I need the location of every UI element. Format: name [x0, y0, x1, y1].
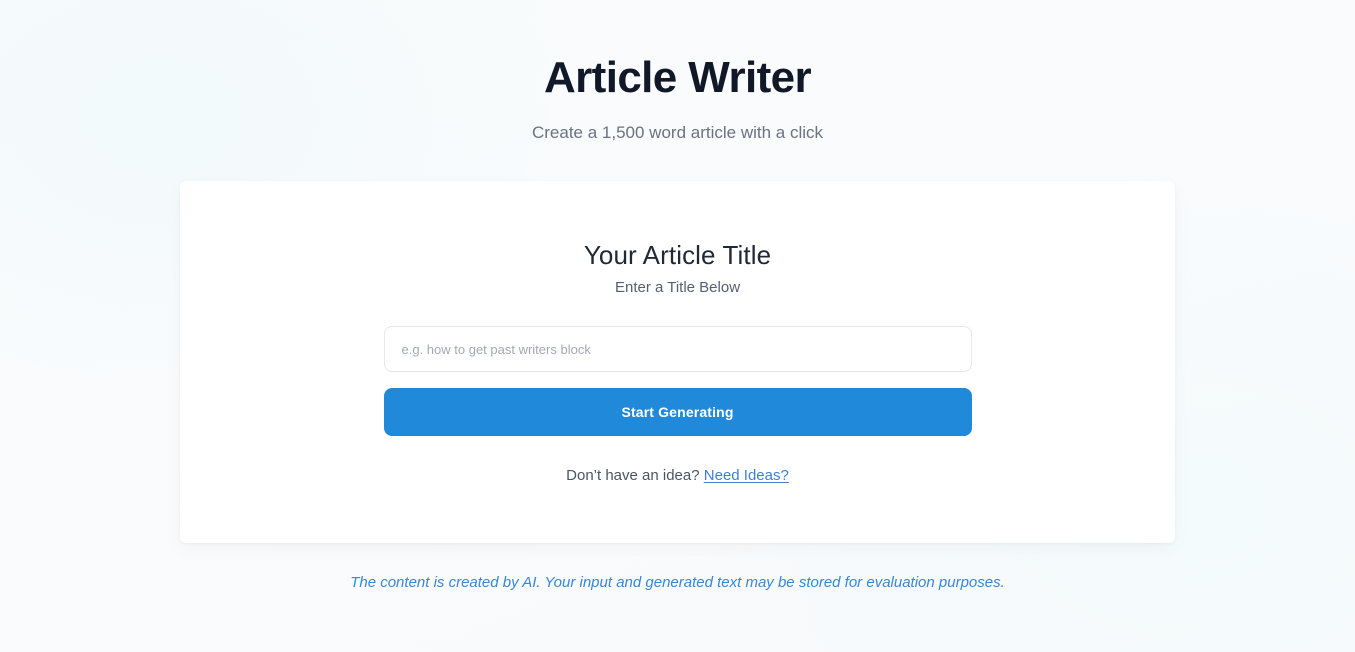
- idea-prompt-row: Don’t have an idea? Need Ideas?: [566, 466, 789, 486]
- page-subtitle: Create a 1,500 word article with a click: [531, 123, 824, 142]
- page-header: Article Writer Create a 1,500 word artic…: [0, 0, 1355, 144]
- article-generator-card: Your Article Title Enter a Title Below S…: [180, 181, 1175, 543]
- card-container: Your Article Title Enter a Title Below S…: [0, 181, 1355, 543]
- start-generating-button[interactable]: Start Generating: [383, 388, 972, 436]
- card-title: Your Article Title: [583, 240, 772, 270]
- card-subtitle: Enter a Title Below: [614, 279, 741, 296]
- form-area: Start Generating: [383, 326, 972, 436]
- app-root: Article Writer Create a 1,500 word artic…: [0, 0, 1355, 652]
- article-title-input[interactable]: [383, 326, 972, 372]
- page-footer: The content is created by AI. Your input…: [0, 573, 1355, 593]
- idea-prompt-text: Don’t have an idea?: [566, 467, 700, 484]
- need-ideas-link[interactable]: Need Ideas?: [704, 467, 789, 484]
- ai-disclaimer-text: The content is created by AI. Your input…: [350, 574, 1005, 591]
- page-title: Article Writer: [543, 53, 812, 102]
